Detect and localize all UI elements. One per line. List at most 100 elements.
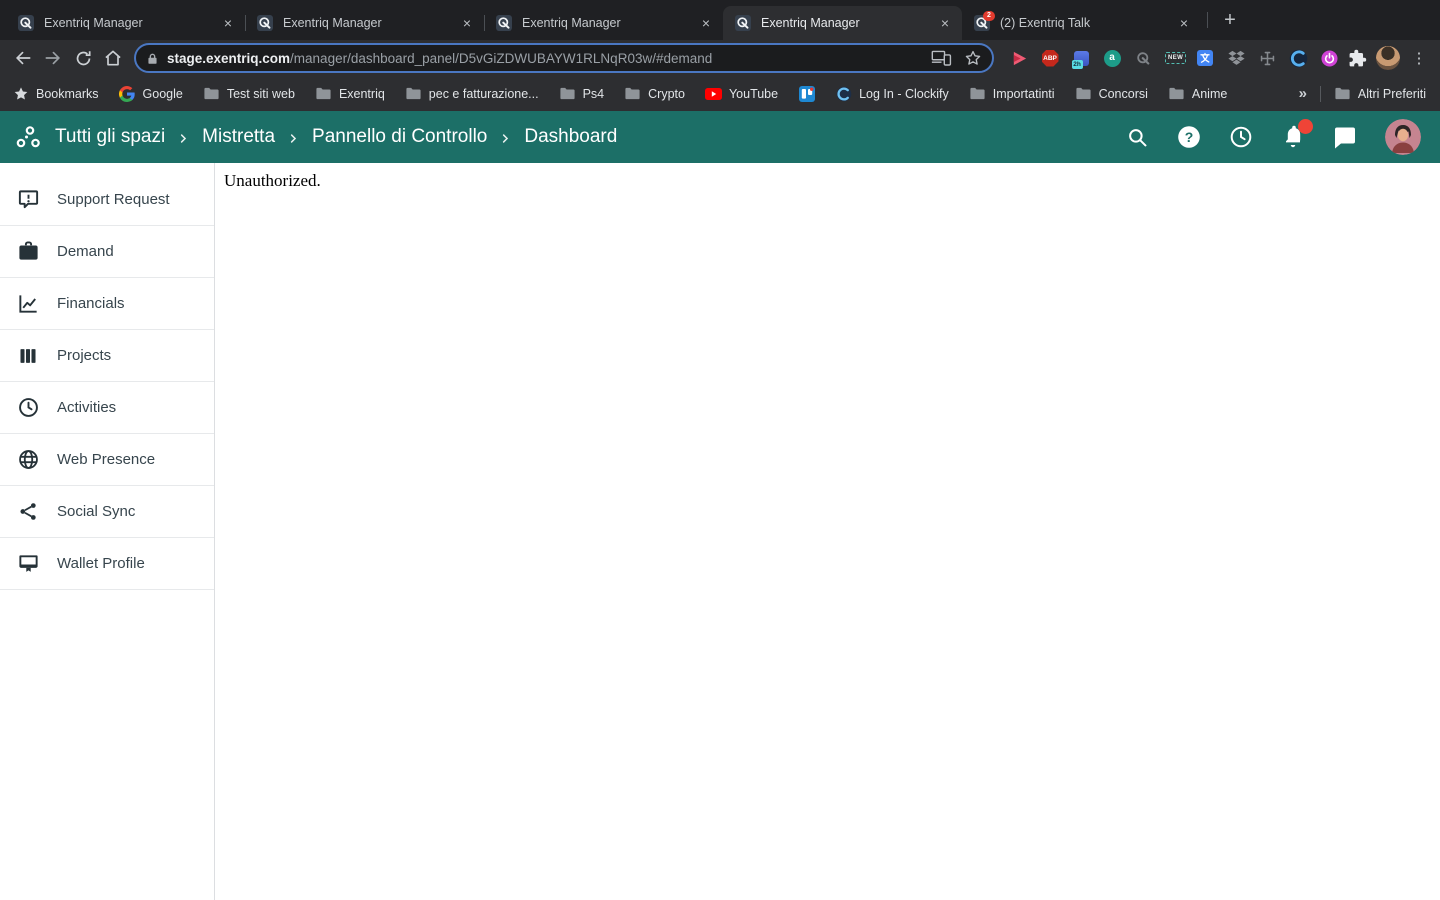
bookmark-concorsi[interactable]: Concorsi (1075, 85, 1148, 102)
tab-2-exentriq-talk[interactable]: 2 (2) Exentriq Talk × (962, 6, 1201, 40)
tab-exentriq-manager[interactable]: Exentriq Manager × (245, 6, 484, 40)
close-tab-icon[interactable]: × (458, 14, 476, 32)
sidebar-item-activities[interactable]: Activities (0, 382, 214, 434)
sidebar-item-label: Projects (57, 347, 111, 364)
exentriq-favicon-icon (496, 15, 512, 31)
close-tab-icon[interactable]: × (219, 14, 237, 32)
chat-icon[interactable] (1333, 125, 1357, 149)
bookmarks-bar: Bookmarks Google Test siti web Exentriq … (0, 76, 1440, 111)
bookmark-bookmarks[interactable]: Bookmarks (12, 85, 99, 102)
unauthorized-message: Unauthorized. (224, 171, 1440, 191)
spaces-icon[interactable] (15, 125, 42, 150)
bookmark-label: Exentriq (339, 87, 385, 101)
notification-badge (1298, 119, 1313, 134)
notifications-bell-icon[interactable] (1281, 125, 1305, 149)
tab-exentriq-manager[interactable]: Exentriq Manager × (6, 6, 245, 40)
address-bar[interactable]: stage.exentriq.com/manager/dashboard_pan… (134, 43, 994, 73)
bookmark-label: pec e fatturazione... (429, 87, 539, 101)
home-button[interactable] (98, 43, 128, 73)
ext-video-downloader-icon[interactable] (1010, 49, 1028, 67)
ext-exentriq-icon[interactable] (1134, 49, 1152, 67)
breadcrumb-item-dashboard[interactable]: Dashboard (524, 126, 617, 148)
extensions-area: ABP 2h a NEW (1000, 49, 1348, 67)
tab-exentriq-manager[interactable]: Exentriq Manager × (484, 6, 723, 40)
ext-power-icon[interactable] (1320, 49, 1338, 67)
ext-clockify-icon[interactable] (1289, 49, 1307, 67)
tab-badge: 2 (983, 11, 995, 21)
sidebar-item-label: Wallet Profile (57, 555, 145, 572)
ext-time-tracker-icon[interactable]: 2h (1072, 49, 1090, 67)
user-avatar[interactable] (1385, 119, 1421, 155)
ext-adblock-plus-icon[interactable]: ABP (1041, 49, 1059, 67)
reload-icon (74, 49, 93, 68)
sidebar-item-wallet-profile[interactable]: Wallet Profile (0, 538, 214, 590)
send-to-device-icon[interactable] (931, 50, 952, 66)
bookmark-importatinti[interactable]: Importatinti (969, 85, 1055, 102)
sidebar-item-projects[interactable]: Projects (0, 330, 214, 382)
forward-button[interactable] (38, 43, 68, 73)
bookmark-pec-e-fatturazione[interactable]: pec e fatturazione... (405, 85, 539, 102)
help-icon[interactable]: ? (1177, 125, 1201, 149)
bookmark-exentriq[interactable]: Exentriq (315, 85, 385, 102)
bookmark-test-siti-web[interactable]: Test siti web (203, 85, 295, 102)
folder-icon (559, 85, 576, 102)
close-tab-icon[interactable]: × (1175, 14, 1193, 32)
bookmark-label: Crypto (648, 87, 685, 101)
search-icon[interactable] (1126, 126, 1149, 149)
sidebar-item-financials[interactable]: Financials (0, 278, 214, 330)
sidebar-item-label: Support Request (57, 191, 170, 208)
bookmark-other-favorites[interactable]: Altri Preferiti (1334, 85, 1426, 102)
feedback-icon (16, 188, 40, 212)
folder-icon (969, 85, 986, 102)
breadcrumb-item-pannello-di-controllo[interactable]: Pannello di Controllo (312, 126, 487, 148)
bookmark-anime[interactable]: Anime (1168, 85, 1227, 102)
back-button[interactable] (8, 43, 38, 73)
reload-button[interactable] (68, 43, 98, 73)
extensions-puzzle-icon[interactable] (1348, 49, 1366, 67)
main-content: Unauthorized. (215, 163, 1440, 900)
new-tab-area: + (1207, 0, 1244, 40)
bookmark-star-icon[interactable] (964, 49, 982, 67)
sidebar-item-demand[interactable]: Demand (0, 226, 214, 278)
chevron-right-icon (176, 131, 191, 146)
bookmark-log-in-clockify[interactable]: Log In - Clockify (835, 85, 949, 102)
back-arrow-icon (13, 48, 33, 68)
globe-icon (16, 448, 40, 472)
bookmark-google[interactable]: Google (119, 85, 183, 102)
youtube-icon (705, 85, 722, 102)
bookmark-ps4[interactable]: Ps4 (559, 85, 605, 102)
ext-new-tool-icon[interactable]: NEW (1165, 49, 1183, 67)
browser-menu-icon[interactable]: ⋮ (1406, 45, 1432, 71)
ext-amazon-assistant-icon[interactable]: a (1103, 49, 1121, 67)
history-clock-icon[interactable] (1229, 125, 1253, 149)
url-text[interactable]: stage.exentriq.com/manager/dashboard_pan… (167, 51, 923, 66)
forward-arrow-icon (43, 48, 63, 68)
breadcrumb-item-tutti-gli-spazi[interactable]: Tutti gli spazi (55, 126, 165, 148)
folder-icon (1075, 85, 1092, 102)
sidebar-item-support-request[interactable]: Support Request (0, 174, 214, 226)
close-tab-icon[interactable]: × (697, 14, 715, 32)
bookmark-youtube[interactable]: YouTube (705, 85, 778, 102)
sidebar-item-web-presence[interactable]: Web Presence (0, 434, 214, 486)
ext-move-tool-icon[interactable] (1258, 49, 1276, 67)
sidebar-item-social-sync[interactable]: Social Sync (0, 486, 214, 538)
tab-exentriq-manager[interactable]: Exentriq Manager × (723, 6, 962, 40)
home-icon (103, 48, 123, 68)
tab-title: Exentriq Manager (522, 16, 697, 30)
new-tab-button[interactable]: + (1216, 6, 1244, 34)
sidebar: Support Request Demand Financials Projec… (0, 163, 215, 900)
tab-title: Exentriq Manager (283, 16, 458, 30)
bookmarks-overflow-chevron[interactable]: » (1299, 85, 1307, 102)
share-icon (16, 500, 40, 524)
clockify-icon (835, 85, 852, 102)
tab-strip: Exentriq Manager × Exentriq Manager × Ex… (0, 0, 1440, 40)
bookmark-crypto[interactable]: Crypto (624, 85, 685, 102)
ext-google-translate-icon[interactable] (1196, 49, 1214, 67)
ext-dropbox-icon[interactable] (1227, 49, 1245, 67)
bookmark-trello[interactable] (798, 85, 815, 102)
exentriq-favicon-icon (735, 15, 751, 31)
breadcrumb-item-mistretta[interactable]: Mistretta (202, 126, 275, 148)
close-tab-icon[interactable]: × (936, 14, 954, 32)
tab-separator (245, 15, 246, 31)
browser-profile-avatar[interactable] (1376, 46, 1400, 70)
